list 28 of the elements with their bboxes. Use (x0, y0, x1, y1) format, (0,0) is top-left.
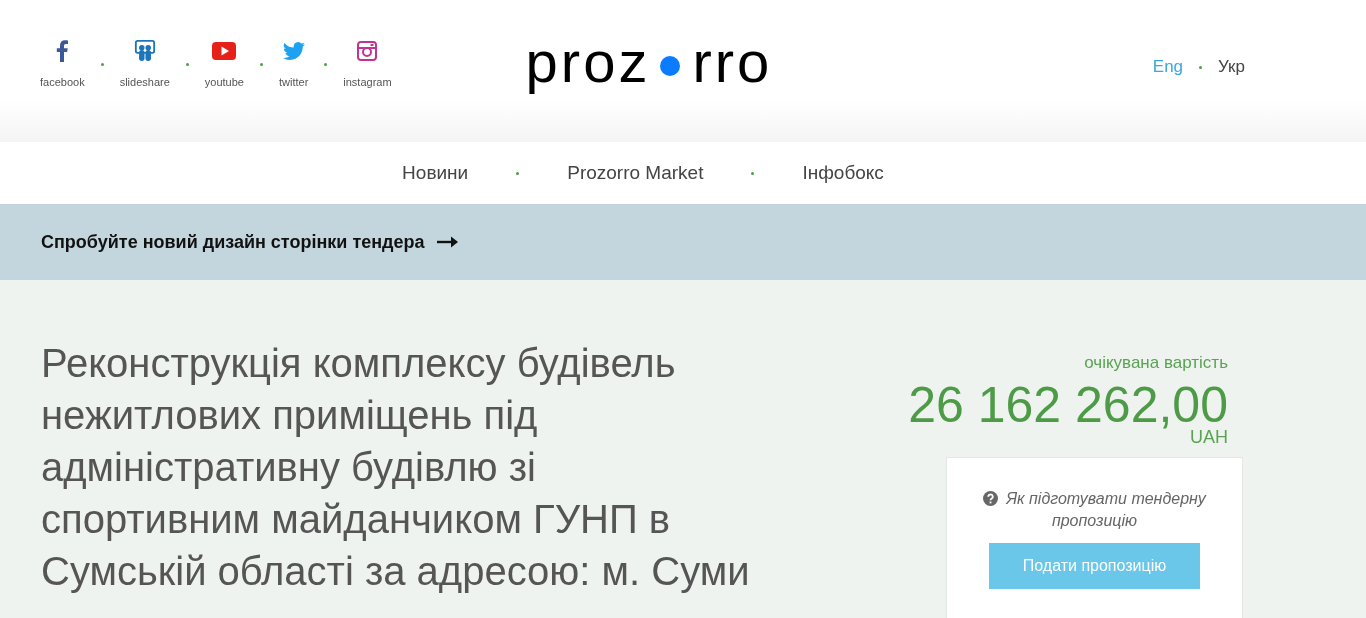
separator-dot-icon (1199, 65, 1203, 69)
nav-link[interactable]: Інфобокс (802, 162, 884, 184)
social-link[interactable]: youtube (204, 40, 244, 88)
separator-dot-icon (516, 171, 520, 175)
social-link[interactable]: twitter (278, 40, 309, 88)
prozorro-logo[interactable]: proz rro (525, 28, 773, 96)
expected-value-label: очікувана вартість (1083, 353, 1228, 373)
separator-dot-icon (100, 62, 104, 66)
help-question-icon (983, 491, 999, 506)
new-design-link[interactable]: Спробуйте новий дизайн сторінки тендера (41, 231, 458, 253)
language-link[interactable]: Укр (1218, 56, 1245, 78)
separator-dot-icon (185, 62, 189, 66)
nav-link[interactable]: Новини (402, 162, 469, 184)
separator-dot-icon (259, 62, 263, 66)
separator-dot-icon (751, 171, 755, 175)
social-link[interactable]: slideshare (119, 40, 170, 88)
twitter-bird-icon (282, 40, 305, 62)
social-link[interactable]: instagram (343, 40, 392, 88)
slideshare-icon (133, 40, 156, 62)
separator-dot-icon (324, 62, 328, 66)
arrow-right-icon (436, 236, 458, 248)
youtube-play-icon (212, 40, 237, 62)
nav-link[interactable]: Prozorro Market (567, 162, 704, 184)
tender-title: Реконструкція комплексу будівель нежитлових приміщень під адміністративну будівлю зі спортивним майданчиком ГУНП в Сумській області за адресою: м. Суми (41, 340, 751, 595)
facebook-icon (56, 40, 69, 62)
instagram-camera-icon (357, 40, 378, 62)
help-link[interactable]: Як підготувати тендерну пропозицію (978, 488, 1211, 532)
social-link[interactable]: facebook (40, 40, 85, 88)
